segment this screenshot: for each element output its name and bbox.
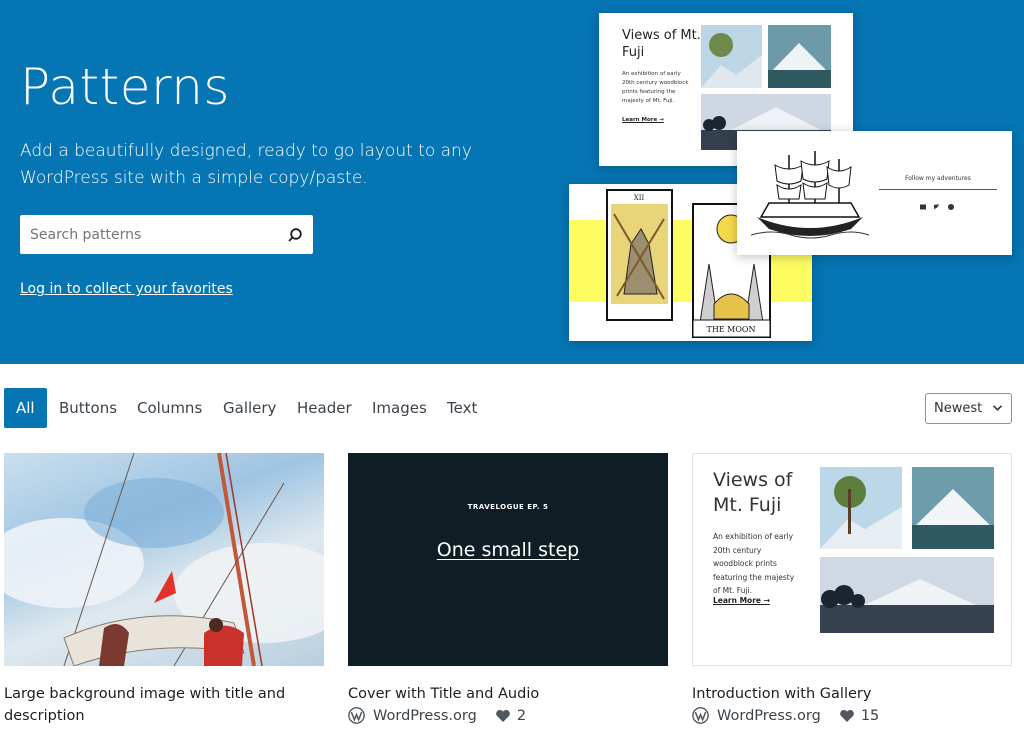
collage-gallery-text: An exhibition of early 20th century wood…: [622, 71, 689, 104]
search-box: [20, 215, 313, 254]
twitter-icon: [933, 204, 939, 209]
sailboat-painting: [4, 453, 324, 666]
preview-gallery-images: [820, 467, 994, 633]
preview-title: Views of Mt. Fuji: [713, 469, 793, 516]
filter-all[interactable]: All: [4, 388, 47, 428]
like-count: 15: [860, 707, 880, 724]
preview-text: An exhibition of early 20th century wood…: [713, 532, 795, 595]
login-link[interactable]: Log in to collect your favorites: [20, 281, 233, 297]
hero-banner: Patterns Add a beautifully designed, rea…: [0, 0, 1024, 364]
category-filter-bar: All Buttons Columns Gallery Header Image…: [0, 388, 1024, 430]
search-icon: [288, 227, 302, 242]
sort-select[interactable]: Newest: [925, 393, 1012, 424]
collage-divider: [879, 189, 997, 190]
filter-gallery[interactable]: Gallery: [211, 388, 288, 428]
chevron-down-icon: [992, 405, 1003, 411]
page-title: Patterns: [20, 58, 230, 116]
filter-header[interactable]: Header: [285, 388, 364, 428]
pattern-title[interactable]: Cover with Title and Audio: [348, 683, 658, 705]
tarot-numeral: XII: [634, 194, 645, 202]
pattern-thumbnail[interactable]: TRAVELOGUE EP. 5 One small step: [348, 453, 668, 666]
heart-icon[interactable]: [839, 709, 855, 723]
collage-gallery-title: Views of Mt. Fuji: [622, 28, 701, 60]
sort-selected-value: Newest: [934, 401, 983, 416]
like-count: 2: [516, 707, 527, 724]
social-pattern-preview: Follow my adventures: [737, 131, 1012, 255]
filter-text[interactable]: Text: [435, 388, 489, 428]
mail-icon: [920, 204, 926, 210]
pattern-thumbnail[interactable]: [4, 453, 324, 666]
search-input[interactable]: [20, 215, 277, 254]
pattern-title[interactable]: Large background image with title and de…: [4, 683, 314, 727]
pattern-title[interactable]: Introduction with Gallery: [692, 683, 1002, 705]
pattern-meta: WordPress.org 2: [348, 707, 526, 724]
tarot-label: THE MOON: [706, 325, 755, 334]
collage-social-text: Follow my adventures: [905, 175, 971, 182]
pattern-card: Large background image with title and de…: [4, 453, 324, 724]
preview-heading: One small step: [436, 539, 580, 561]
pattern-author[interactable]: WordPress.org: [717, 708, 821, 724]
preview-eyebrow: TRAVELOGUE EP. 5: [467, 503, 549, 511]
filter-columns[interactable]: Columns: [125, 388, 214, 428]
filter-images[interactable]: Images: [360, 388, 439, 428]
collage-social-icons: [920, 204, 954, 210]
wordpress-logo-icon: [692, 707, 709, 724]
heart-icon[interactable]: [495, 709, 511, 723]
collage-gallery-link: Learn More →: [622, 117, 664, 123]
pattern-card: TRAVELOGUE EP. 5 One small step Cover wi…: [348, 453, 668, 724]
filter-buttons[interactable]: Buttons: [47, 388, 129, 428]
pattern-author[interactable]: WordPress.org: [373, 708, 477, 724]
facebook-icon: [948, 204, 954, 210]
hero-description: Add a beautifully designed, ready to go …: [20, 141, 472, 188]
pattern-thumbnail[interactable]: Views of Mt. Fuji An exhibition of early…: [692, 453, 1012, 666]
pattern-card: Views of Mt. Fuji An exhibition of early…: [692, 453, 1012, 724]
wordpress-logo-icon: [348, 707, 365, 724]
pattern-meta: WordPress.org 15: [692, 707, 879, 724]
preview-link: Learn More →: [713, 596, 770, 605]
ship-illustration: [751, 151, 869, 239]
search-button[interactable]: [277, 215, 313, 254]
